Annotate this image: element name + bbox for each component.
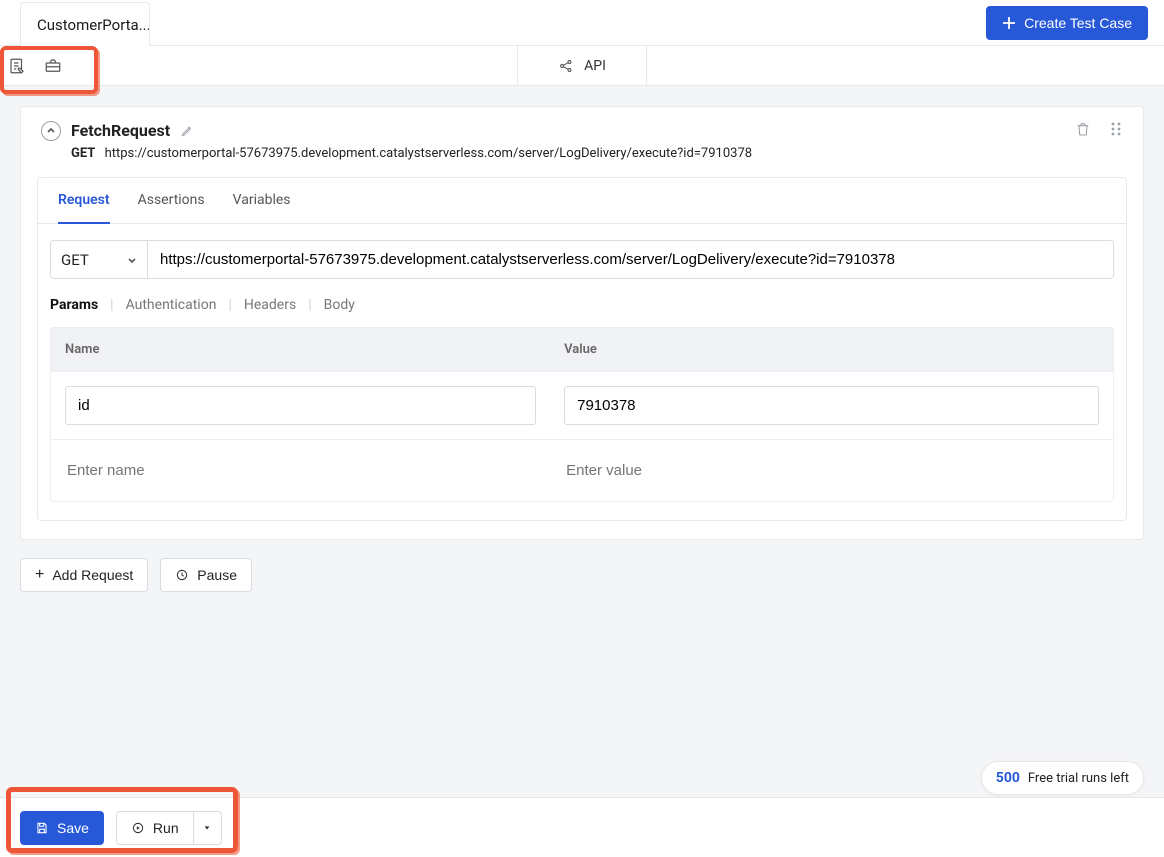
pencil-icon[interactable] <box>180 124 194 138</box>
trial-count: 500 <box>996 770 1020 786</box>
save-button[interactable]: Save <box>20 811 104 845</box>
params-table: Name Value <box>50 327 1114 502</box>
params-header-name: Name <box>51 328 550 371</box>
tab-label: CustomerPorta... <box>37 16 150 34</box>
param-name-input-new[interactable] <box>65 454 536 487</box>
trial-label: Free trial runs left <box>1028 771 1129 786</box>
api-tab[interactable]: API <box>517 46 647 85</box>
plus-icon <box>1002 16 1016 30</box>
request-card: FetchRequest GET https://customerportal-… <box>20 106 1144 540</box>
create-test-case-button[interactable]: Create Test Case <box>986 6 1148 40</box>
param-name-input[interactable] <box>65 386 536 425</box>
add-request-button[interactable]: + Add Request <box>20 558 148 592</box>
request-url-display: https://customerportal-57673975.developm… <box>105 146 752 161</box>
highlight-annotation-top <box>0 46 98 94</box>
run-button[interactable]: Run <box>116 811 194 845</box>
pause-label: Pause <box>197 567 237 583</box>
share-icon <box>558 58 574 74</box>
subtab-params[interactable]: Params <box>50 297 98 313</box>
run-dropdown-toggle[interactable] <box>194 811 222 845</box>
url-input[interactable] <box>148 240 1114 279</box>
param-value-input[interactable] <box>564 386 1099 425</box>
drag-handle-icon[interactable] <box>1109 121 1123 137</box>
play-icon <box>131 821 145 835</box>
tab-customerportal[interactable]: CustomerPorta... <box>20 2 150 46</box>
params-header-value: Value <box>550 328 1113 371</box>
save-label: Save <box>57 820 89 836</box>
create-test-case-label: Create Test Case <box>1024 15 1132 31</box>
method-select-value: GET <box>61 251 89 269</box>
trash-icon[interactable] <box>1075 121 1091 137</box>
tab-assertions[interactable]: Assertions <box>138 178 205 223</box>
api-label: API <box>584 58 606 74</box>
add-request-label: Add Request <box>52 567 133 583</box>
clock-icon <box>175 568 189 582</box>
collapse-toggle[interactable] <box>41 121 61 141</box>
request-name: FetchRequest <box>71 121 170 140</box>
params-row-empty <box>51 439 1113 501</box>
subtab-authentication[interactable]: Authentication <box>126 297 217 313</box>
subtab-headers[interactable]: Headers <box>244 297 296 313</box>
request-method: GET <box>71 146 95 161</box>
chevron-down-icon <box>127 255 137 265</box>
params-row <box>51 371 1113 439</box>
run-label: Run <box>153 820 179 836</box>
tab-request[interactable]: Request <box>58 178 110 224</box>
save-icon <box>35 821 49 835</box>
tab-variables[interactable]: Variables <box>233 178 291 223</box>
subtab-body[interactable]: Body <box>324 297 355 313</box>
plus-icon: + <box>35 567 44 583</box>
method-select[interactable]: GET <box>50 240 148 279</box>
param-value-input-new[interactable] <box>564 454 1099 487</box>
pause-button[interactable]: Pause <box>160 558 252 592</box>
trial-runs-pill[interactable]: 500 Free trial runs left <box>981 761 1144 795</box>
